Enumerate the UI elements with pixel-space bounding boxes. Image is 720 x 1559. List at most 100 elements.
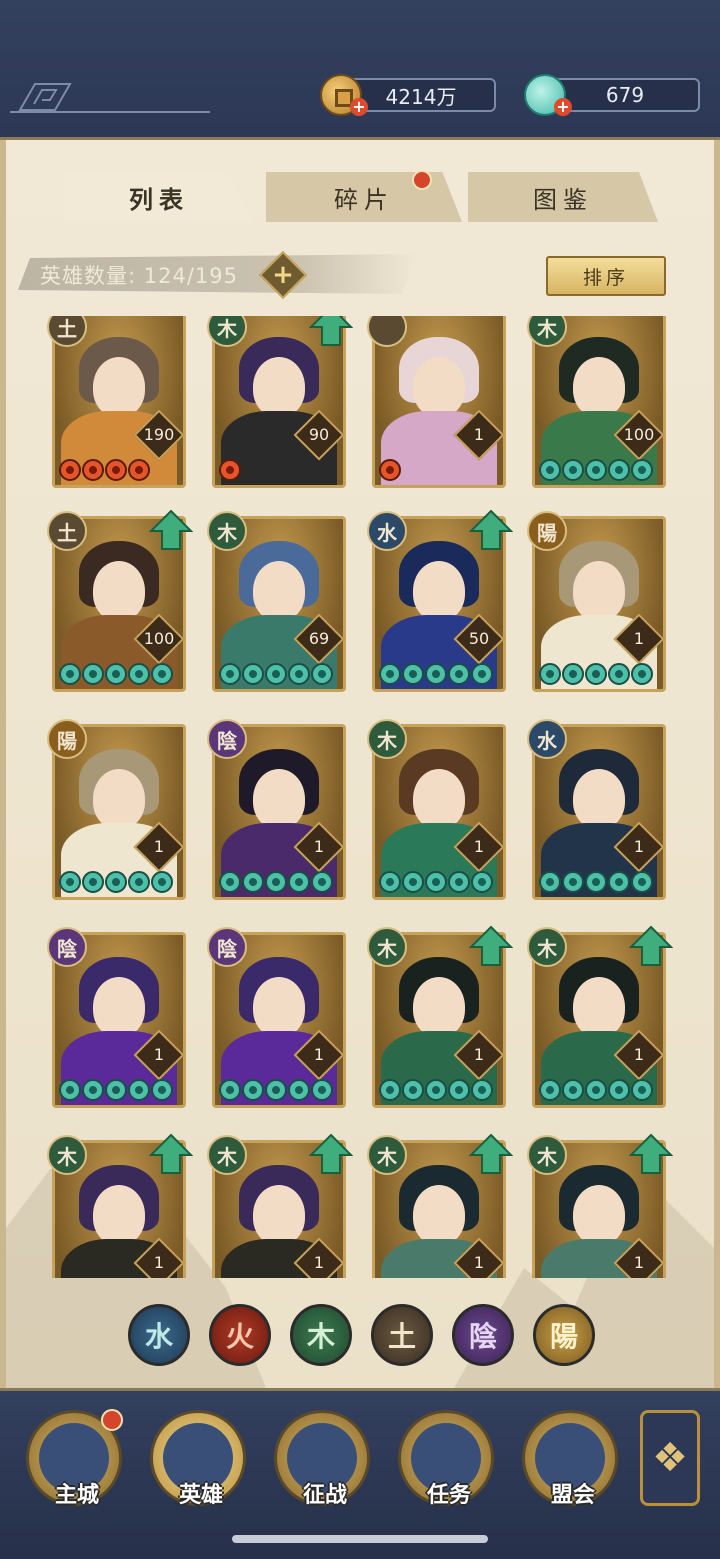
hero-face xyxy=(413,977,465,1037)
star-coin-icon xyxy=(151,871,173,893)
tab-list[interactable]: 列表 xyxy=(64,172,254,222)
hero-level-text: 1 xyxy=(313,837,325,856)
element-filter-yang[interactable]: 陽 xyxy=(533,1304,595,1366)
element-filter-fire[interactable]: 火 xyxy=(209,1304,271,1366)
hero-card[interactable]: 木1 xyxy=(367,925,513,1108)
decorative-pattern xyxy=(10,83,210,113)
star-rating xyxy=(219,1079,341,1103)
hero-card[interactable]: 水1 xyxy=(527,719,666,900)
hero-card[interactable]: 陽1 xyxy=(47,719,186,900)
nav-label: 任务 xyxy=(426,1483,471,1508)
star-coin-icon xyxy=(608,459,630,481)
hero-card[interactable]: 陰1 xyxy=(207,719,346,900)
star-coin-icon xyxy=(128,663,150,685)
star-coin-icon xyxy=(219,871,241,893)
star-coin-icon xyxy=(585,459,607,481)
hero-card[interactable]: 木 90 xyxy=(207,316,353,488)
star-coin-icon xyxy=(631,871,653,893)
star-coin-icon xyxy=(379,871,401,893)
hero-card[interactable]: 水 50 xyxy=(367,509,513,692)
nav-label: 盟会 xyxy=(550,1483,595,1508)
star-coin-icon xyxy=(379,459,401,481)
star-rating xyxy=(539,871,661,895)
hero-face xyxy=(253,977,305,1037)
star-coin-icon xyxy=(471,871,493,893)
star-coin-icon xyxy=(539,663,561,685)
tab-codex[interactable]: 图鉴 xyxy=(468,172,658,222)
hero-card[interactable]: 土 190 xyxy=(47,316,186,488)
hero-card[interactable]: 木1 xyxy=(527,925,673,1108)
star-coin-icon xyxy=(448,1079,470,1101)
star-coin-icon xyxy=(219,663,241,685)
hero-card[interactable]: 1 xyxy=(367,316,506,488)
hero-level-text: 1 xyxy=(633,629,645,648)
element-filter-earth[interactable]: 土 xyxy=(371,1304,433,1366)
hero-card[interactable]: 木1 xyxy=(527,1133,673,1278)
element-badge: 木 xyxy=(527,927,567,967)
star-coin-icon xyxy=(379,663,401,685)
upgrade-arrow-icon xyxy=(309,316,353,346)
hero-card[interactable]: 木 69 xyxy=(207,511,346,692)
hero-card[interactable]: 木1 xyxy=(47,1133,193,1278)
nav-label: 英雄 xyxy=(178,1483,223,1508)
star-coin-icon xyxy=(562,459,584,481)
star-coin-icon xyxy=(402,1079,424,1101)
hero-level-text: 100 xyxy=(143,629,175,648)
nav-city-gate[interactable]: 主城 xyxy=(26,1409,123,1508)
star-coin-icon xyxy=(539,1079,561,1101)
hero-face xyxy=(253,769,305,829)
sort-button[interactable]: 排序 xyxy=(546,256,666,296)
more-menu-button[interactable]: ❖ xyxy=(640,1410,700,1506)
star-coin-icon xyxy=(59,663,81,685)
hero-card[interactable]: 土 100 xyxy=(47,509,193,692)
element-badge: 木 xyxy=(367,719,407,759)
add-shell-button[interactable]: + xyxy=(554,98,572,116)
tab-fragments[interactable]: 碎片 xyxy=(266,172,462,222)
hero-level-text: 1 xyxy=(153,837,165,856)
star-coin-icon xyxy=(242,1079,264,1101)
star-coin-icon xyxy=(82,459,104,481)
star-coin-icon xyxy=(128,459,150,481)
hero-level-text: 50 xyxy=(468,629,490,648)
nav-bell[interactable]: 任务 xyxy=(398,1410,494,1508)
hero-card[interactable]: 木1 xyxy=(367,1133,513,1278)
star-coin-icon xyxy=(608,871,630,893)
star-rating xyxy=(59,663,181,687)
star-coin-icon xyxy=(242,663,264,685)
hero-count: 英雄数量: 124/195 xyxy=(40,264,239,288)
element-filter-yin[interactable]: 陰 xyxy=(452,1304,514,1366)
upgrade-arrow-icon xyxy=(469,1133,513,1174)
hero-card[interactable]: 木1 xyxy=(367,719,506,900)
star-coin-icon xyxy=(59,871,81,893)
hero-card[interactable]: 木 100 xyxy=(527,316,666,488)
hero-card[interactable]: 陽1 xyxy=(527,511,666,692)
upgrade-arrow-icon xyxy=(469,925,513,966)
hero-level-text: 1 xyxy=(313,1045,325,1064)
star-coin-icon xyxy=(631,459,653,481)
star-coin-icon xyxy=(105,1079,127,1101)
star-coin-icon xyxy=(151,1079,173,1101)
hero-level-text: 1 xyxy=(473,425,485,444)
star-rating xyxy=(219,663,341,687)
nav-scroll[interactable]: 征战 xyxy=(274,1410,370,1508)
hero-card[interactable]: 陰1 xyxy=(207,927,346,1108)
hero-card[interactable]: 木1 xyxy=(207,1133,353,1278)
add-coin-button[interactable]: + xyxy=(350,98,368,116)
element-filter-wood[interactable]: 木 xyxy=(290,1304,352,1366)
nav-notification-dot xyxy=(101,1409,123,1431)
home-indicator[interactable] xyxy=(232,1535,488,1543)
hero-level-text: 1 xyxy=(473,1253,485,1272)
star-coin-icon xyxy=(128,1079,150,1101)
element-filter-water[interactable]: 水 xyxy=(128,1304,190,1366)
nav-hero-portrait[interactable]: 英雄 xyxy=(150,1410,246,1508)
hero-face xyxy=(93,977,145,1037)
star-rating xyxy=(379,663,501,687)
star-rating xyxy=(59,871,181,895)
hero-card[interactable]: 陰1 xyxy=(47,927,186,1108)
element-badge: 木 xyxy=(207,511,247,551)
star-rating xyxy=(539,459,661,483)
star-coin-icon xyxy=(471,663,493,685)
nav-pavilion[interactable]: 盟会 xyxy=(522,1410,618,1508)
star-coin-icon xyxy=(379,1079,401,1101)
star-coin-icon xyxy=(265,871,287,893)
